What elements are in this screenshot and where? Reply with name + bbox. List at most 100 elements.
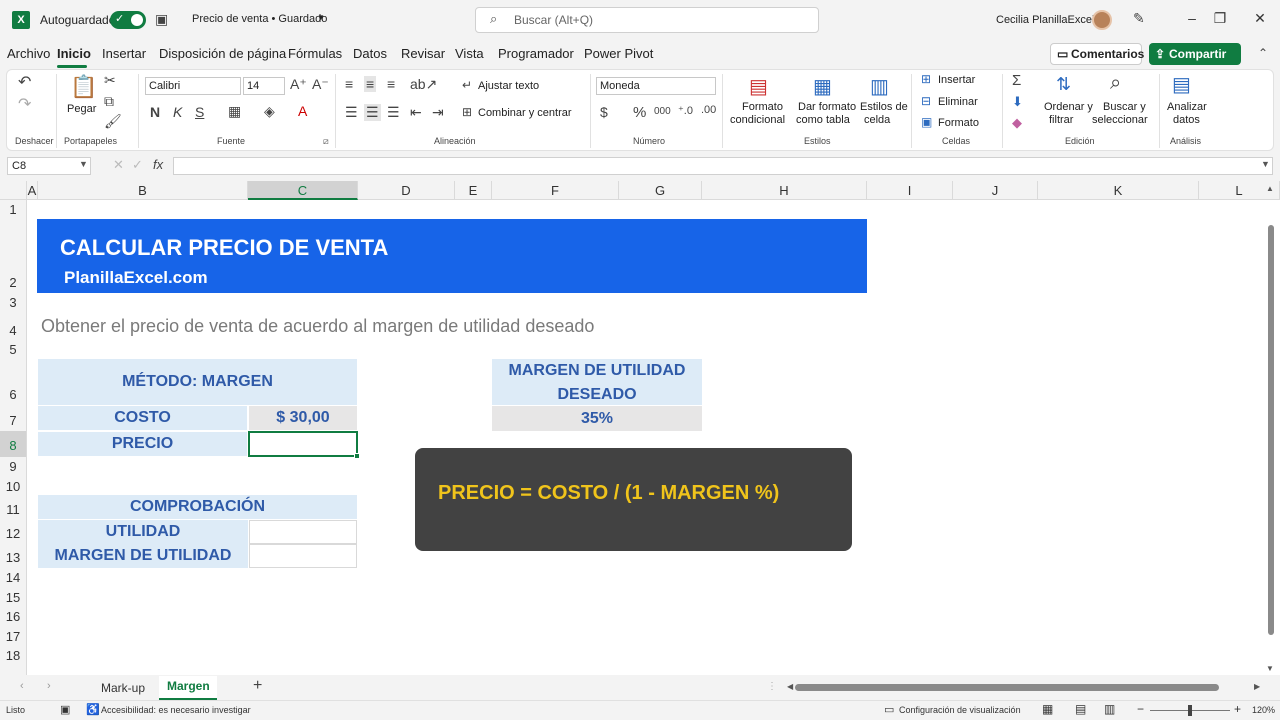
save-icon[interactable]: ▣ [155,11,168,28]
minimize-icon[interactable]: – [1182,10,1202,26]
column-header[interactable]: F [492,181,619,200]
margin-check-value-cell[interactable] [249,544,357,568]
row-header[interactable]: 5 [0,340,27,360]
currency-icon[interactable]: $ [600,104,608,120]
align-center-icon[interactable]: ☰ [364,104,381,121]
enter-icon[interactable]: ✓ [132,157,143,173]
select-all-corner[interactable] [0,181,27,200]
increase-indent-icon[interactable]: ⇥ [432,104,444,121]
row-header[interactable]: 10 [0,477,27,496]
display-settings[interactable]: Configuración de visualización [899,705,1021,715]
scroll-left-icon[interactable]: ◀ [787,682,793,691]
cancel-icon[interactable]: ✕ [113,157,124,173]
chevron-down-icon[interactable]: ▼ [79,159,88,169]
cut-icon[interactable]: ✂ [104,72,116,89]
find-select-line2[interactable]: seleccionar [1092,114,1148,126]
zoom-level[interactable]: 120% [1252,705,1275,715]
tab-insertar[interactable]: Insertar [102,46,146,61]
margin-value[interactable]: 35% [492,406,702,431]
row-header[interactable]: 8 [0,431,27,457]
row-header[interactable]: 14 [0,568,27,588]
cost-label[interactable]: COSTO [38,406,247,430]
clear-icon[interactable]: ◆ [1012,115,1022,131]
prev-sheet-icon[interactable]: ‹ [20,680,24,692]
cond-format-line1[interactable]: Formato [742,101,783,113]
horizontal-scrollbar[interactable] [795,684,1219,691]
column-header[interactable]: G [619,181,702,200]
formula-input[interactable] [173,157,1273,175]
row-header[interactable]: 18 [0,646,27,675]
row-header[interactable]: 13 [0,544,27,568]
avatar[interactable] [1092,10,1112,30]
close-icon[interactable]: ✕ [1250,10,1270,27]
row-header[interactable]: 6 [0,360,27,406]
decrease-font-icon[interactable]: A⁻ [312,76,329,93]
page-layout-icon[interactable]: ▤ [1075,702,1086,716]
orientation-icon[interactable]: ab↗ [410,76,437,93]
fill-handle[interactable] [354,453,360,459]
sort-filter-line1[interactable]: Ordenar y [1044,101,1093,113]
cell-styles-line2[interactable]: celda [864,114,890,126]
zoom-slider-thumb[interactable] [1188,705,1192,716]
page-break-icon[interactable]: ▥ [1104,702,1115,716]
borders-icon[interactable]: ▦ [228,103,241,120]
wrap-text-button[interactable]: Ajustar texto [478,80,539,92]
undo-icon[interactable]: ↶ [18,72,31,92]
italic-icon[interactable]: K [173,104,182,120]
autosave-toggle[interactable]: ✓ [110,11,146,29]
fx-icon[interactable]: fx [153,157,163,172]
format-cells-button[interactable]: Formato [938,117,979,129]
scroll-up-icon[interactable]: ▲ [1266,184,1274,193]
vertical-scrollbar[interactable] [1268,225,1274,635]
row-header[interactable]: 17 [0,627,27,646]
add-sheet-icon[interactable]: + [253,677,262,695]
display-settings-icon[interactable]: ▭ [884,703,894,716]
method-header[interactable]: MÉTODO: MARGEN [38,359,357,405]
align-left-icon[interactable]: ☰ [345,104,358,121]
tab-datos[interactable]: Datos [353,46,387,61]
zoom-in-icon[interactable]: + [1234,702,1241,716]
copy-icon[interactable]: ⧉ [104,93,114,110]
search-box[interactable]: ⌕ Buscar (Alt+Q) [475,7,819,33]
pen-icon[interactable]: ✎ [1133,10,1145,27]
column-header[interactable]: H [702,181,867,200]
macro-icon[interactable]: ▣ [60,703,70,716]
column-header[interactable]: K [1038,181,1199,200]
tab-vista[interactable]: Vista [455,46,484,61]
row-header[interactable]: 4 [0,313,27,340]
increase-decimal-icon[interactable]: ⁺.0 [678,104,693,117]
tab-revisar[interactable]: Revisar [401,46,445,61]
column-header[interactable]: E [455,181,492,200]
bold-icon[interactable]: N [150,104,160,120]
splitter-icon[interactable]: ⋮ [767,681,777,692]
tab-programador[interactable]: Programador [498,46,574,61]
expand-formula-icon[interactable]: ▼ [1261,159,1270,169]
decrease-decimal-icon[interactable]: .00 [701,104,716,116]
delete-cells-button[interactable]: Eliminar [938,96,978,108]
font-color-icon[interactable]: A [298,103,307,119]
align-bottom-icon[interactable]: ≡ [387,76,395,92]
autosum-icon[interactable]: Σ [1012,72,1021,89]
cell-styles-line1[interactable]: Estilos de [860,101,908,113]
accessibility-status[interactable]: Accesibilidad: es necesario investigar [101,705,251,715]
underline-icon[interactable]: S [195,104,204,120]
tab-power-pivot[interactable]: Power Pivot [584,46,653,61]
tab-formulas[interactable]: Fórmulas [288,46,342,61]
column-header[interactable]: C [248,181,358,200]
tab-inicio[interactable]: Inicio [57,46,91,61]
find-select-line1[interactable]: Buscar y [1103,101,1146,113]
tab-disposicion[interactable]: Disposición de página [159,46,286,61]
insert-cells-button[interactable]: Insertar [938,74,975,86]
align-right-icon[interactable]: ☰ [387,104,400,121]
row-header[interactable]: 16 [0,607,27,627]
comma-icon[interactable]: 000 [654,106,671,117]
row-header[interactable]: 1 [0,200,27,220]
comments-button[interactable]: ▭ Comentarios [1050,43,1144,65]
sheet-tab-markup[interactable]: Mark-up [101,681,145,695]
margin-header[interactable]: MARGEN DE UTILIDAD DESEADO [492,359,702,405]
font-size-select[interactable]: 14 [243,77,285,95]
tab-archivo[interactable]: Archivo [7,46,50,61]
format-painter-icon[interactable]: 🖌 [104,113,122,130]
row-header[interactable]: 15 [0,588,27,607]
price-value-cell[interactable] [248,431,358,457]
